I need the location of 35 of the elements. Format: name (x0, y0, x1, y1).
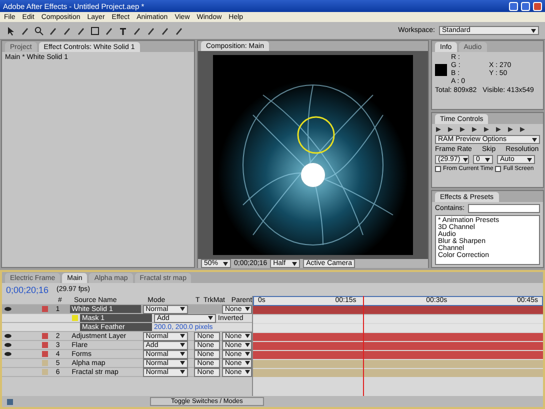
checkbox[interactable] (495, 166, 502, 172)
caret-icon (532, 138, 537, 142)
caret-icon (463, 158, 468, 162)
caret-icon (208, 316, 213, 320)
label-color[interactable] (42, 306, 48, 312)
caret-icon (223, 262, 228, 266)
timecode: 0;00;20;16 (6, 284, 49, 294)
label-color[interactable] (42, 369, 48, 375)
layer-bar[interactable] (253, 306, 543, 315)
eye-icon[interactable] (4, 342, 12, 348)
caret-icon (244, 307, 250, 311)
close-button[interactable] (533, 2, 542, 10)
caret-icon (180, 307, 185, 311)
layer-bar[interactable] (253, 342, 543, 351)
minimize-button[interactable] (509, 2, 518, 10)
caret-icon (485, 158, 490, 162)
caret-icon (527, 158, 532, 162)
color-swatch (435, 64, 447, 76)
comp-icon[interactable] (6, 398, 14, 406)
label-color[interactable] (42, 342, 48, 348)
caret-icon (292, 262, 298, 266)
checkbox[interactable] (435, 166, 441, 172)
label-color[interactable] (42, 333, 48, 339)
maximize-button[interactable] (521, 2, 530, 10)
mask-color[interactable] (72, 315, 78, 321)
layer-bar[interactable] (253, 351, 543, 360)
zoom-icon[interactable] (34, 26, 44, 36)
eye-icon[interactable] (4, 306, 12, 312)
label-color[interactable] (42, 360, 48, 366)
label-color[interactable] (42, 351, 48, 357)
caret-icon (531, 28, 536, 32)
search-field[interactable] (468, 204, 540, 213)
eye-icon[interactable] (4, 333, 12, 339)
layer-bar[interactable] (253, 333, 543, 342)
eye-icon[interactable] (4, 351, 12, 357)
